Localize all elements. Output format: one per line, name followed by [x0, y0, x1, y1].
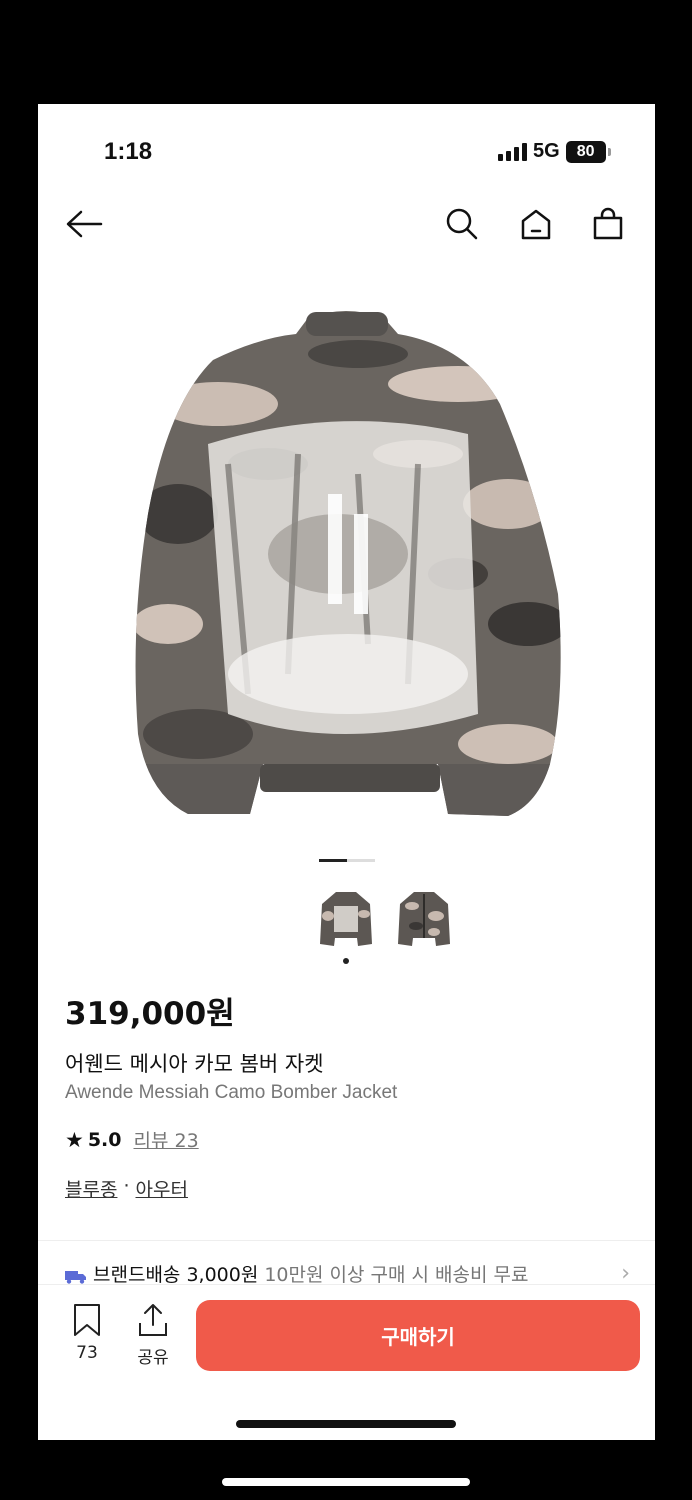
back-button[interactable]: [62, 202, 106, 246]
status-indicators: 5G 80: [498, 140, 611, 163]
network-type: 5G: [533, 140, 560, 162]
product-rating: ★ 5.0 리뷰 23: [65, 1126, 199, 1153]
search-icon: [446, 208, 478, 240]
product-price: 319,000원: [65, 996, 235, 1032]
rating-score: 5.0: [87, 1128, 122, 1151]
breadcrumb: 블루종 · 아우터: [65, 1175, 188, 1202]
chevron-right-icon: ›: [621, 1261, 630, 1286]
shipping-note: 10만원 이상 구매 시 배송비 무료: [264, 1264, 529, 1286]
shopping-bag-icon: [593, 207, 623, 240]
gallery-indicator: [319, 859, 375, 862]
bookmark-button[interactable]: 73: [62, 1303, 112, 1363]
outer-home-indicator: [222, 1478, 470, 1486]
jacket-thumbnail-front: [398, 892, 450, 946]
star-icon: ★: [65, 1127, 84, 1152]
bookmark-icon: [74, 1304, 100, 1336]
truck-icon: [65, 1267, 87, 1284]
battery-icon: 80: [565, 140, 611, 163]
signal-icon: [498, 142, 527, 161]
product-name-en: Awende Messiah Camo Bomber Jacket: [65, 1082, 398, 1103]
indicator-active: [319, 859, 347, 862]
product-name-ko: 어웬드 메시아 카모 봄버 자켓: [65, 1052, 324, 1076]
buy-button[interactable]: 구매하기: [196, 1300, 640, 1371]
share-label: 공유: [137, 1348, 169, 1368]
home-indicator: [236, 1420, 456, 1428]
category-link-outer[interactable]: 아우터: [136, 1175, 188, 1202]
shipping-fee: 브랜드배송 3,000원: [93, 1264, 259, 1286]
shipping-info-row[interactable]: 브랜드배송 3,000원 10만원 이상 구매 시 배송비 무료 ›: [65, 1260, 630, 1287]
status-time: 1:18: [104, 138, 153, 165]
share-icon: [139, 1304, 167, 1336]
bookmark-count: 73: [76, 1343, 98, 1363]
phone-screen: 1:18 5G 80 319,000원 어웬드 메시아 카모 봄버 자켓 Awe…: [38, 104, 655, 1440]
arrow-left-icon: [66, 210, 103, 238]
thumbnail-list: [318, 886, 452, 952]
jacket-thumbnail-back: [320, 892, 372, 946]
category-link-blouson[interactable]: 블루종: [65, 1175, 117, 1202]
cart-button[interactable]: [586, 202, 630, 246]
product-image[interactable]: [38, 294, 655, 854]
bottom-action-bar: 73 공유 구매하기: [38, 1284, 655, 1440]
search-button[interactable]: [440, 202, 484, 246]
review-link[interactable]: 리뷰 23: [134, 1126, 199, 1153]
jacket-image: [135, 311, 561, 816]
category-separator: ·: [123, 1175, 130, 1197]
home-button[interactable]: [514, 202, 558, 246]
thumbnail-back[interactable]: [318, 886, 374, 952]
section-divider: [38, 1240, 655, 1241]
indicator-inactive: [347, 859, 375, 862]
thumbnail-front[interactable]: [396, 886, 452, 952]
share-button[interactable]: 공유: [128, 1303, 178, 1368]
thumbnail-selected-dot: [343, 958, 349, 964]
home-icon: [521, 209, 551, 240]
